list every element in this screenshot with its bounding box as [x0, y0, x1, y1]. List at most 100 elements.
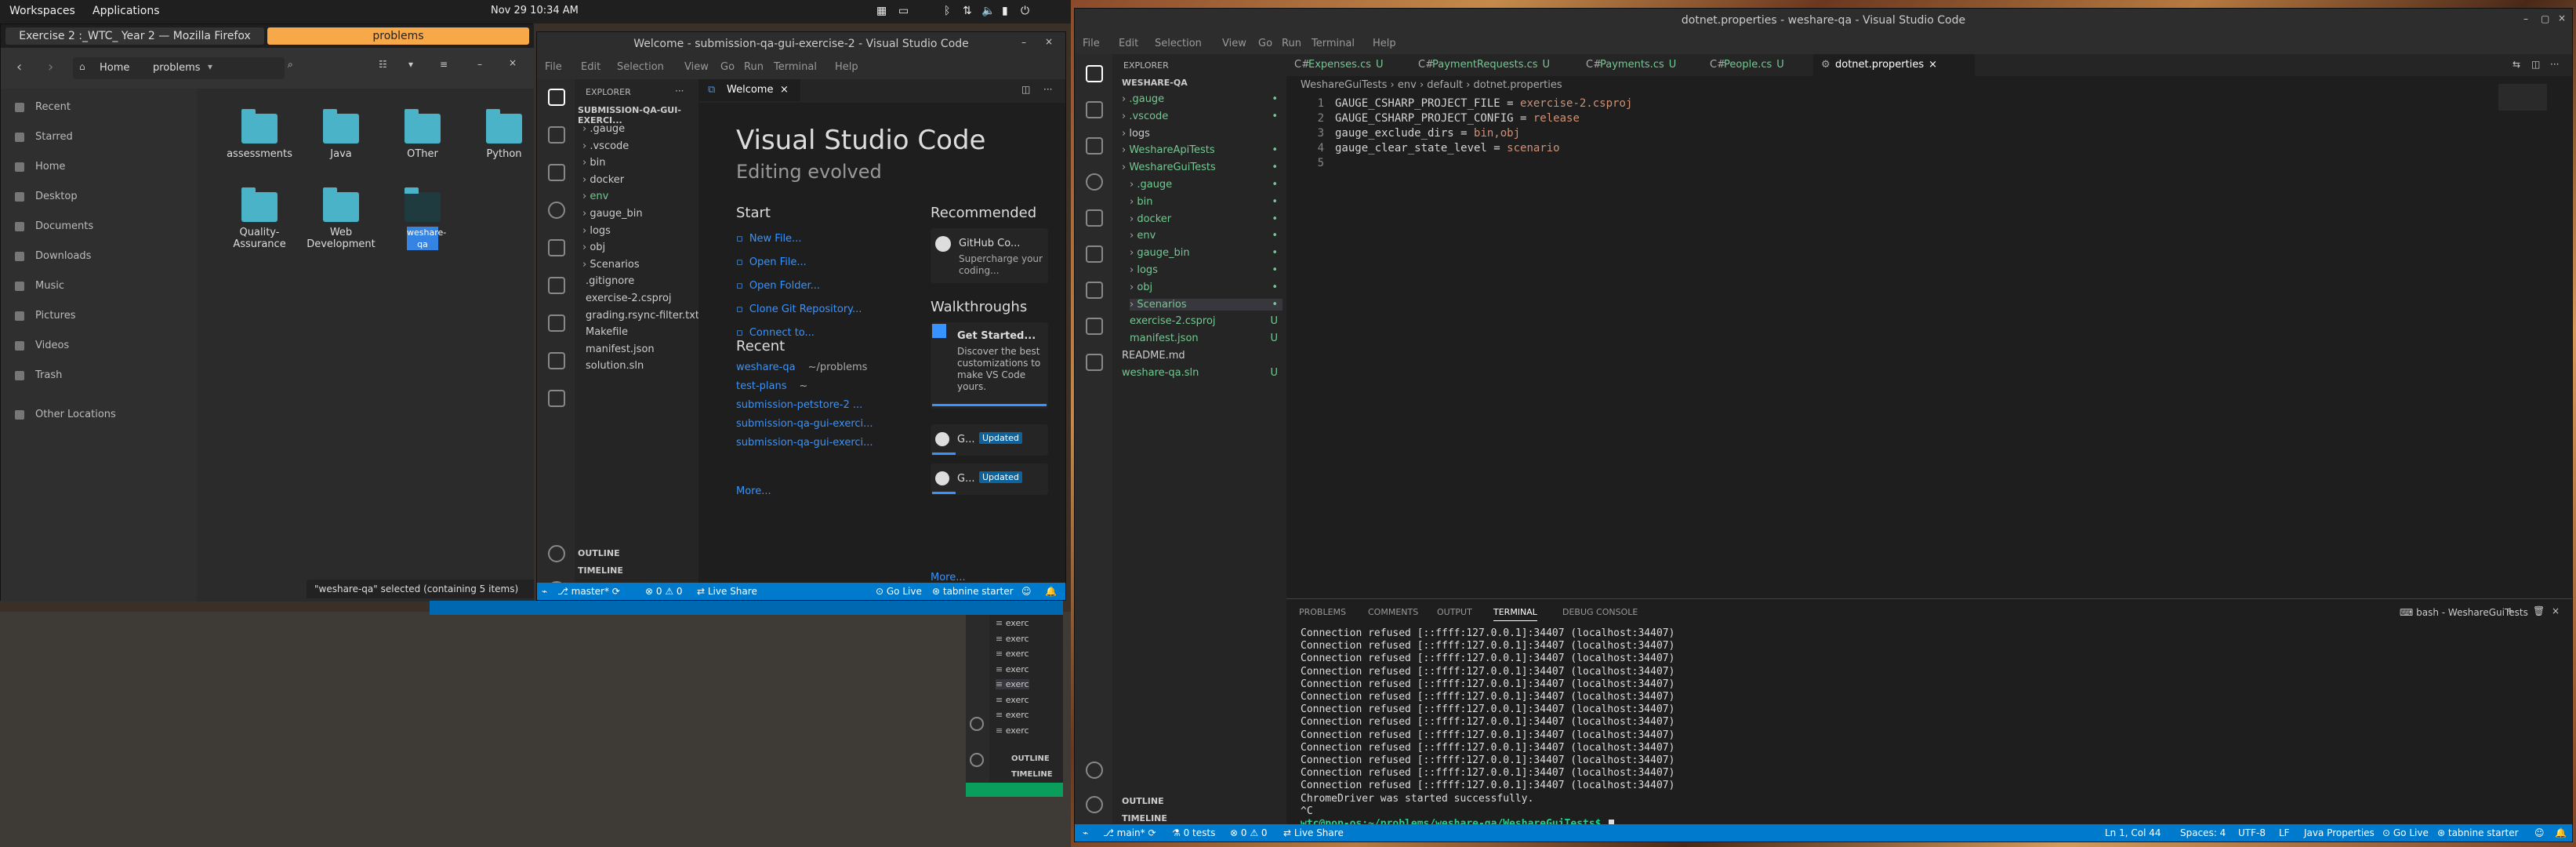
branch-status[interactable]: ⎇ master* ⟳: [557, 583, 620, 600]
recent-item[interactable]: weshare-qa ~/problems: [736, 362, 867, 373]
close-panel-icon[interactable]: ×: [2552, 605, 2560, 616]
tree-item[interactable]: ≡ exerc: [996, 679, 1029, 689]
tree-item[interactable]: weshare-qa.sln U: [1122, 367, 1283, 379]
account-icon[interactable]: [1086, 762, 1103, 779]
sidebar-item-starred[interactable]: Starred: [1, 125, 197, 150]
tree-item[interactable]: › gauge_bin: [582, 208, 643, 220]
sidebar-item-desktop[interactable]: Desktop: [1, 184, 197, 209]
breadcrumb[interactable]: WeshareGuiTests › env › default › dotnet…: [1301, 79, 1562, 91]
start-link[interactable]: ▫ New File...: [736, 233, 801, 245]
tree-item[interactable]: .gitignore: [586, 275, 634, 287]
tree-item[interactable]: › logs: [1122, 128, 1283, 140]
close-tab-icon[interactable]: ×: [1928, 59, 1937, 71]
menu-icon[interactable]: ≡: [440, 59, 448, 70]
start-link[interactable]: ▫ Connect to...: [736, 327, 815, 339]
back-icon[interactable]: ‹: [16, 59, 22, 75]
view-toggle-icon[interactable]: ☷: [379, 59, 387, 70]
tree-item[interactable]: › bin •: [1130, 196, 1283, 208]
tree-item[interactable]: › obj: [582, 242, 605, 253]
notifications-icon[interactable]: 🔔: [1045, 583, 1057, 600]
path-problems[interactable]: problems: [153, 62, 201, 74]
live-share-status[interactable]: ⇄ Live Share: [1283, 824, 1344, 842]
path-home[interactable]: Home: [100, 62, 129, 74]
manage-gear-icon[interactable]: [1086, 796, 1103, 813]
volume-icon[interactable]: 🔈: [981, 5, 995, 17]
layout-icon[interactable]: ▦: [876, 5, 887, 17]
forward-icon[interactable]: ›: [48, 59, 53, 75]
menu-selection[interactable]: Selection: [617, 56, 664, 79]
accounts-status-icon[interactable]: ☺: [2534, 824, 2545, 842]
timeline-section[interactable]: TIMELINE: [1122, 813, 1167, 823]
live-share-icon[interactable]: [1086, 318, 1103, 335]
battery-icon[interactable]: ▮: [1002, 5, 1008, 17]
menu-view[interactable]: View: [684, 56, 709, 79]
eol-status[interactable]: LF: [2279, 824, 2290, 842]
close-icon[interactable]: ×: [2558, 13, 2566, 24]
tree-item[interactable]: Makefile: [586, 326, 628, 338]
firefox-tab[interactable]: Exercise 2 :_WTC_ Year 2 — Mozilla Firef…: [5, 27, 264, 45]
panel-tab-output[interactable]: OUTPUT: [1437, 607, 1472, 617]
add-terminal-icon[interactable]: +: [2506, 605, 2514, 616]
tree-item[interactable]: ≡ exerc: [996, 618, 1029, 628]
chevron-down-icon[interactable]: ▾: [208, 61, 212, 72]
tree-item[interactable]: manifest.json: [586, 344, 655, 355]
menu-file[interactable]: File: [545, 56, 562, 79]
walkthrough-item[interactable]: G... Updated: [931, 424, 1048, 456]
database-icon[interactable]: [1086, 354, 1103, 371]
bluetooth-icon[interactable]: ᛒ: [944, 5, 950, 17]
tree-item[interactable]: README.md: [1122, 350, 1283, 362]
more-actions-icon[interactable]: ···: [675, 85, 684, 96]
start-link[interactable]: ▫ Clone Git Repository...: [736, 304, 862, 315]
sidebar-item-recent[interactable]: Recent: [1, 95, 197, 120]
tab-paymentrequests-cs[interactable]: C# PaymentRequests.cs U: [1410, 54, 1578, 76]
sidebar-item-music[interactable]: Music: [1, 274, 197, 299]
more-actions-icon[interactable]: ···: [1043, 84, 1052, 95]
editor-area[interactable]: WeshareGuiTests › env › default › dotnet…: [1286, 76, 2572, 598]
more-actions-icon[interactable]: ···: [2550, 59, 2559, 70]
code-line[interactable]: gauge_clear_state_level = scenario: [1335, 141, 1560, 156]
outline-section[interactable]: OUTLINE: [1122, 796, 1164, 806]
account-icon[interactable]: [548, 545, 565, 562]
sidebar-item-other-locations[interactable]: Other Locations: [1, 402, 197, 427]
tree-item[interactable]: ≡ exerc: [996, 725, 1029, 736]
tree-item[interactable]: ≡ exerc: [996, 664, 1029, 674]
clock[interactable]: Nov 29 10:34 AM: [491, 5, 579, 16]
walkthrough-get-started[interactable]: Get Started... Discover the best customi…: [931, 322, 1048, 409]
go-live-status[interactable]: ⊙ Go Live: [876, 583, 922, 600]
workspaces-button[interactable]: Workspaces: [9, 5, 75, 17]
open-changes-icon[interactable]: ⇆: [2513, 59, 2520, 70]
explorer-icon[interactable]: [1086, 65, 1103, 82]
minimize-icon[interactable]: –: [477, 59, 482, 70]
language-status[interactable]: Java Properties: [2304, 824, 2375, 842]
folder-item[interactable]: weshare-qa: [383, 187, 462, 263]
testing-icon[interactable]: [1086, 282, 1103, 299]
tree-item[interactable]: › docker: [582, 174, 624, 186]
menu-help[interactable]: Help: [1373, 32, 1396, 56]
tree-item[interactable]: › WeshareGuiTests •: [1122, 162, 1283, 173]
problems-status[interactable]: ⊗ 0 ⚠ 0: [1230, 824, 1268, 842]
menu-go[interactable]: Go: [720, 56, 735, 79]
menu-view[interactable]: View: [1222, 32, 1246, 56]
remote-icon[interactable]: ⌁: [1083, 824, 1088, 842]
problems-status[interactable]: ⊗ 0 ⚠ 0: [645, 583, 683, 600]
start-link[interactable]: ▫ Open File...: [736, 256, 807, 268]
run-debug-icon[interactable]: [548, 126, 565, 144]
menu-go[interactable]: Go: [1258, 32, 1272, 56]
walkthrough-item[interactable]: G... Updated: [931, 463, 1048, 495]
cursor-position[interactable]: Ln 1, Col 44: [2105, 824, 2161, 842]
recent-item[interactable]: submission-qa-gui-exerci...: [736, 418, 873, 430]
project-label[interactable]: WESHARE-QA: [1122, 78, 1188, 88]
recent-item[interactable]: submission-qa-gui-exerci...: [736, 437, 873, 449]
tree-item[interactable]: › env •: [1130, 230, 1283, 242]
panel-tab-terminal[interactable]: TERMINAL: [1493, 607, 1537, 621]
extensions-icon[interactable]: [548, 239, 565, 256]
menu-run[interactable]: Run: [744, 56, 764, 79]
close-icon[interactable]: ×: [509, 57, 517, 68]
search-icon[interactable]: ⌕: [288, 59, 293, 71]
indentation-status[interactable]: Spaces: 4: [2180, 824, 2226, 842]
folder-item[interactable]: Java: [302, 109, 380, 184]
tree-item[interactable]: ≡ exerc: [996, 695, 1029, 705]
menu-help[interactable]: Help: [835, 56, 858, 79]
remote-explorer-icon[interactable]: [548, 277, 565, 294]
code-line[interactable]: gauge_exclude_dirs = bin,obj: [1335, 126, 1520, 141]
